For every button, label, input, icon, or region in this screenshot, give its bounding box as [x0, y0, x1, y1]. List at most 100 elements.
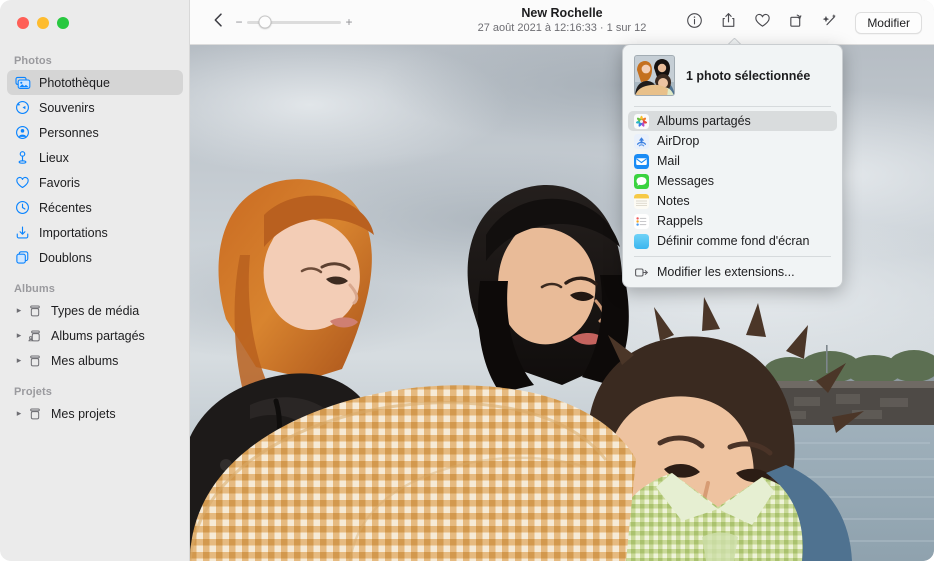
spacer	[0, 373, 190, 386]
sidebar-item-recentes[interactable]: Récentes	[7, 195, 183, 220]
share-menu-item-airdrop[interactable]: AirDrop	[628, 131, 837, 151]
import-icon	[14, 224, 31, 241]
zoom-slider-knob[interactable]	[258, 16, 271, 29]
sidebar-section-albums-title: Albums	[0, 283, 190, 298]
reminders-app-icon	[634, 214, 649, 229]
heart-icon	[14, 174, 31, 191]
zoom-slider-track[interactable]	[247, 21, 341, 24]
share-menu-header: 1 photo sélectionnée	[623, 45, 842, 106]
maximize-button[interactable]	[57, 17, 69, 29]
sidebar-item-label: Importations	[39, 226, 108, 240]
heart-icon	[754, 12, 771, 34]
chevron-left-icon	[212, 12, 225, 33]
sidebar-item-label: Favoris	[39, 176, 80, 190]
share-menu-item-mail[interactable]: Mail	[628, 151, 837, 171]
sidebar-item-favoris[interactable]: Favoris	[7, 170, 183, 195]
sidebar-item-label: Albums partagés	[51, 329, 145, 343]
photos-app-icon	[634, 114, 649, 129]
info-button[interactable]	[683, 12, 705, 34]
sidebar-item-label: Doublons	[39, 251, 92, 265]
duplicates-icon	[14, 249, 31, 266]
share-menu-list: Albums partagés AirDrop	[623, 107, 842, 256]
rotate-icon	[788, 12, 805, 34]
sidebar-item-mes-albums[interactable]: ▸ Mes albums	[7, 348, 183, 373]
people-icon	[14, 124, 31, 141]
sidebar-item-personnes[interactable]: Personnes	[7, 120, 183, 145]
share-menu-item-label: Modifier les extensions...	[657, 265, 795, 279]
sidebar-item-label: Souvenirs	[39, 101, 95, 115]
sidebar-item-importations[interactable]: Importations	[7, 220, 183, 245]
toolbar-actions: Modifier	[683, 0, 922, 45]
desktop-wallpaper-icon	[634, 234, 649, 249]
share-menu-item-label: Rappels	[657, 214, 703, 228]
spacer	[0, 270, 190, 283]
zoom-out-label[interactable]: −	[234, 15, 244, 29]
sidebar-item-mes-projets[interactable]: ▸ Mes projets	[7, 401, 183, 426]
share-menu-item-notes[interactable]: Notes	[628, 191, 837, 211]
share-menu-item-albums-partages[interactable]: Albums partagés	[628, 111, 837, 131]
enhance-button[interactable]	[819, 12, 841, 34]
sidebar: Photos Photothèque	[0, 0, 190, 561]
chevron-right-icon[interactable]: ▸	[14, 305, 24, 316]
sidebar-item-types-de-media[interactable]: ▸ Types de média	[7, 298, 183, 323]
sidebar-item-label: Lieux	[39, 151, 69, 165]
share-menu-item-label: Notes	[657, 194, 690, 208]
back-button[interactable]	[207, 11, 229, 33]
places-pin-icon	[14, 149, 31, 166]
share-menu-item-label: AirDrop	[657, 134, 699, 148]
sidebar-item-label: Personnes	[39, 126, 99, 140]
toolbar: − + New Rochelle 27 août 2021 à 12:16:33…	[190, 0, 934, 45]
selected-photo-thumbnail	[634, 55, 675, 96]
zoom-in-label[interactable]: +	[344, 15, 354, 29]
sidebar-section-photos-title: Photos	[0, 55, 190, 70]
magic-wand-icon	[822, 12, 839, 34]
sidebar-item-label: Mes projets	[51, 407, 116, 421]
chevron-right-icon[interactable]: ▸	[14, 408, 24, 419]
favorite-button[interactable]	[751, 12, 773, 34]
close-button[interactable]	[17, 17, 29, 29]
extensions-icon	[634, 265, 649, 280]
rotate-button[interactable]	[785, 12, 807, 34]
sidebar-nav: Photos Photothèque	[0, 55, 190, 426]
clock-icon	[14, 199, 31, 216]
chevron-right-icon[interactable]: ▸	[14, 355, 24, 366]
memories-icon	[14, 99, 31, 116]
share-menu: 1 photo sélectionnée	[622, 44, 843, 288]
chevron-right-icon[interactable]: ▸	[14, 330, 24, 341]
share-menu-title: 1 photo sélectionnée	[686, 69, 810, 83]
edit-button[interactable]: Modifier	[855, 12, 922, 34]
shared-album-icon	[26, 327, 43, 344]
sidebar-item-lieux[interactable]: Lieux	[7, 145, 183, 170]
photos-window: Photos Photothèque	[0, 0, 934, 561]
photo-library-icon	[14, 74, 31, 91]
sidebar-item-label: Photothèque	[39, 76, 110, 90]
sidebar-section-projets-title: Projets	[0, 386, 190, 401]
sidebar-item-label: Mes albums	[51, 354, 118, 368]
edit-button-label: Modifier	[867, 16, 910, 30]
share-menu-item-rappels[interactable]: Rappels	[628, 211, 837, 231]
notes-app-icon	[634, 194, 649, 209]
share-button[interactable]	[717, 12, 739, 34]
info-circle-icon	[686, 12, 703, 34]
window-controls	[17, 17, 69, 29]
share-menu-item-messages[interactable]: Messages	[628, 171, 837, 191]
share-menu-item-label: Messages	[657, 174, 714, 188]
sidebar-item-label: Types de média	[51, 304, 139, 318]
airdrop-icon	[634, 134, 649, 149]
sidebar-item-albums-partages[interactable]: ▸ Albums partagés	[7, 323, 183, 348]
share-icon	[720, 12, 737, 34]
album-icon	[26, 405, 43, 422]
sidebar-item-phototheque[interactable]: Photothèque	[7, 70, 183, 95]
share-menu-item-definir-fond-ecran[interactable]: Définir comme fond d'écran	[628, 231, 837, 251]
minimize-button[interactable]	[37, 17, 49, 29]
sidebar-item-souvenirs[interactable]: Souvenirs	[7, 95, 183, 120]
share-menu-footer: Modifier les extensions...	[623, 257, 842, 287]
sidebar-item-doublons[interactable]: Doublons	[7, 245, 183, 270]
share-menu-item-modifier-extensions[interactable]: Modifier les extensions...	[628, 262, 837, 282]
album-icon	[26, 302, 43, 319]
zoom-slider[interactable]: − +	[234, 12, 354, 32]
messages-app-icon	[634, 174, 649, 189]
mail-app-icon	[634, 154, 649, 169]
share-menu-item-label: Définir comme fond d'écran	[657, 234, 809, 248]
share-menu-item-label: Albums partagés	[657, 114, 751, 128]
